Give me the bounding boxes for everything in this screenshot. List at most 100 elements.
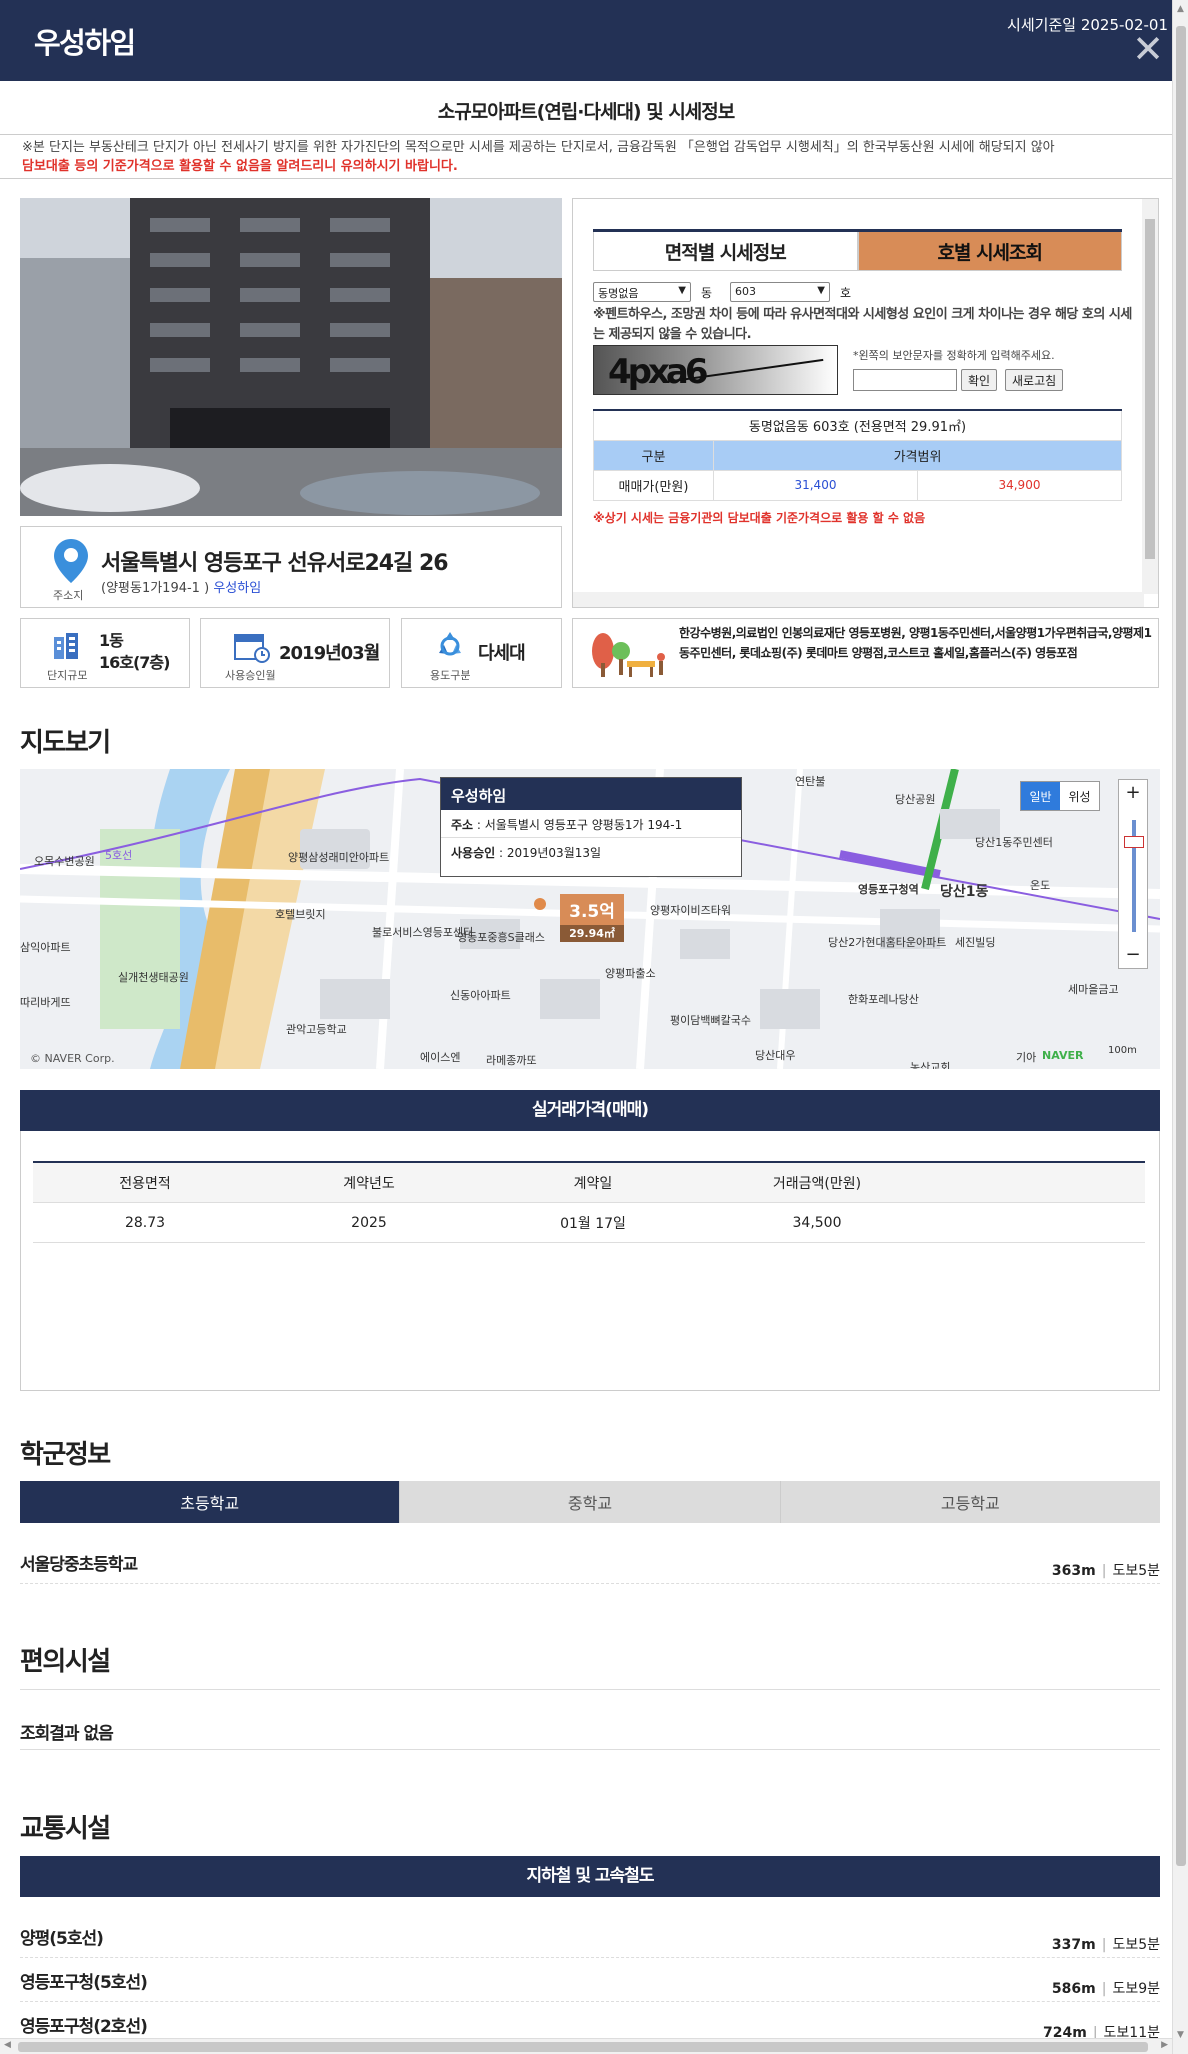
zoom-out-button[interactable]: − (1119, 942, 1147, 968)
map-label-7: 따리바게뜨 (20, 996, 71, 1009)
close-icon[interactable]: ✕ (1132, 30, 1164, 68)
station-distance: 586m | 도보9분 (1051, 1981, 1160, 1997)
school-dist: 363m (1051, 1563, 1096, 1579)
dong-select[interactable]: 동명없음 ▼ (593, 282, 691, 302)
station-distance: 337m | 도보5분 (1051, 1937, 1160, 1953)
popup-date-row: 사용승인 : 2019년03월13일 (451, 846, 602, 860)
col-type: 구분 (593, 439, 714, 471)
page-subtitle: 소규모아파트(연립·다세대) 및 시세정보 (437, 101, 736, 123)
nearby-facilities-cell: 한강수병원,의료법인 인봉의료재단 영등포병원, 양평1동주민센터,서울양평1가… (572, 618, 1159, 688)
ho-select-value: 603 (735, 285, 756, 298)
map-label-20: 당산1동 (940, 884, 989, 900)
map-label-11: 에이스엔 (420, 1051, 461, 1064)
notice-line1: ※본 단지는 부동산테크 단지가 아닌 전세사기 방지를 위한 자가진단의 목적… (22, 140, 1055, 155)
park-icon (592, 633, 665, 677)
chevron-down-icon: ▼ (678, 285, 686, 296)
zoom-handle[interactable] (1124, 836, 1144, 848)
building-photo (20, 198, 562, 516)
map-scale: 100m (1108, 1045, 1137, 1056)
dong-select-value: 동명없음 (598, 287, 639, 300)
map-label-10: 라메종까또 (486, 1054, 537, 1067)
station-walk: 도보9분 (1112, 1981, 1160, 1997)
convenience-empty: 조회결과 없음 (20, 1724, 114, 1744)
page-scrollbar[interactable]: ▲ ▼ (1172, 0, 1188, 2054)
road-address: 서울특별시 영등포구 선유서로24길 26 (101, 551, 449, 576)
penthouse-warning: ※펜트하우스, 조망권 차이 등에 따라 유사면적대와 시세형성 요인이 크게 … (593, 307, 1132, 342)
map-label-16: 불로서비스영등포센터 (372, 926, 474, 939)
map-label-12: 평이담백뼈칼국수 (670, 1014, 751, 1027)
popup-address-row: 주소 : 서울특별시 영등포구 양평동1가 194-1 (441, 810, 741, 838)
location-pin-icon (54, 539, 88, 583)
map-price-marker[interactable]: 3.5억 29.94㎡ (560, 894, 624, 942)
approval-label: 사용승인월 (225, 669, 276, 682)
captcha-text: 4pxa6 (608, 352, 709, 392)
map-label-31: 5호선 (105, 849, 133, 862)
captcha-input[interactable] (853, 369, 957, 391)
page-hscrollbar[interactable]: ◀ ▶ (0, 2038, 1172, 2054)
hscroll-thumb[interactable] (18, 2042, 1148, 2052)
station-dist: 586m (1051, 1981, 1096, 1997)
map-label-30: 양평자이비즈타워 (650, 904, 731, 917)
map-type-toggle[interactable]: 일반 위성 (1020, 781, 1100, 811)
naver-logo: NAVER (1042, 1049, 1084, 1062)
tab-high[interactable]: 고등학교 (779, 1481, 1160, 1523)
map-label-5: 삼익아파트 (20, 941, 71, 954)
map-label-21: 온도 (1030, 879, 1051, 892)
map-type-satellite[interactable]: 위성 (1060, 782, 1099, 810)
complex-scale-cell: 1동 16호(7층) 단지규모 (20, 618, 190, 688)
usage-value: 다세대 (478, 643, 526, 664)
refresh-button[interactable]: 새로고침 (1005, 369, 1064, 391)
map-label-22: 세마을금고 (1068, 983, 1119, 996)
tab-area-price[interactable]: 면적별 시세정보 (593, 232, 858, 271)
trade-col-amount: 거래금액(만원) (772, 1175, 862, 1192)
trade-header-row: 전용면적 계약년도 계약일 거래금액(만원) (33, 1163, 1145, 1203)
school-distance: 363m | 도보5분 (1051, 1563, 1160, 1579)
scroll-up-icon[interactable]: ▲ (1177, 4, 1184, 14)
scroll-down-icon[interactable]: ▼ (1177, 2030, 1184, 2040)
captcha-image: 4pxa6 (593, 345, 838, 395)
station-name: 영등포구청(2호선) (20, 2017, 148, 2037)
map-label-33: 연탄불 (795, 775, 826, 788)
price-low: 31,400 (713, 469, 918, 501)
panel-hscrollbar[interactable] (573, 592, 1144, 607)
ho-label: 호 (840, 286, 852, 300)
transport-section-title: 교통시설 (20, 1814, 111, 1844)
tab-unit-price[interactable]: 호별 시세조회 (857, 232, 1122, 271)
popup-addr: 서울특별시 영등포구 양평동1가 194-1 (484, 818, 683, 832)
trade-panel: 전용면적 계약년도 계약일 거래금액(만원) 28.73 2025 01월 17… (20, 1131, 1160, 1391)
price-note: ※상기 시세는 금융기관의 담보대출 기준가격으로 활용 할 수 없음 (593, 511, 926, 525)
unit-count: 16호(7층) (99, 653, 170, 672)
calendar-icon (234, 634, 270, 663)
map-label-14: 양평파출소 (605, 967, 656, 980)
usage-label: 용도구분 (430, 669, 471, 682)
map-label-24: 당산2가현대홈타운아파트 (828, 936, 947, 949)
complex-title: 우성하임 (34, 26, 136, 60)
price-high: 34,900 (916, 469, 1123, 501)
map-label-9: 신동아아파트 (450, 989, 511, 1002)
convenience-section-title: 편의시설 (20, 1647, 111, 1677)
trade-date: 01월 17일 (560, 1215, 626, 1232)
confirm-button[interactable]: 확인 (961, 369, 998, 391)
ho-select[interactable]: 603 ▼ (730, 282, 830, 302)
map-view[interactable]: 양평삼성래미안아파트 호텔브릿지 오목수변공원 삼익아파트 실개천생태공원 따리… (20, 769, 1160, 1069)
map-type-normal[interactable]: 일반 (1021, 782, 1060, 810)
scroll-thumb[interactable] (1176, 26, 1186, 1866)
tab-elementary[interactable]: 초등학교 (20, 1481, 400, 1523)
dong-label: 동 (701, 286, 713, 300)
table-row: 28.73 2025 01월 17일 34,500 (33, 1203, 1145, 1243)
station-name: 영등포구청(5호선) (20, 1973, 148, 1993)
panel-scrollbar[interactable] (1142, 199, 1158, 594)
map-label-23: 한화포레나당산 (848, 993, 919, 1006)
popup-date-label: 사용승인 (451, 846, 496, 860)
list-item: 영등포구청(5호선) 586m | 도보9분 (20, 1962, 1160, 2002)
complex-link[interactable]: 우성하임 (213, 581, 261, 596)
scroll-right-icon[interactable]: ▶ (1161, 2040, 1168, 2050)
zoom-in-button[interactable]: + (1119, 780, 1147, 806)
map-label-29: 농산교회 (910, 1061, 951, 1069)
list-item: 서울당중초등학교 363m | 도보5분 (20, 1544, 1160, 1584)
trade-col-area: 전용면적 (119, 1175, 171, 1192)
facilities-text: 한강수병원,의료법인 인봉의료재단 영등포병원, 양평1동주민센터,서울양평1가… (679, 626, 1152, 660)
price-panel: 면적별 시세정보 호별 시세조회 동명없음 ▼ 동 603 ▼ 호 ※펜트하우스, … (572, 198, 1159, 608)
tab-middle[interactable]: 중학교 (399, 1481, 780, 1523)
scroll-left-icon[interactable]: ◀ (4, 2040, 11, 2050)
